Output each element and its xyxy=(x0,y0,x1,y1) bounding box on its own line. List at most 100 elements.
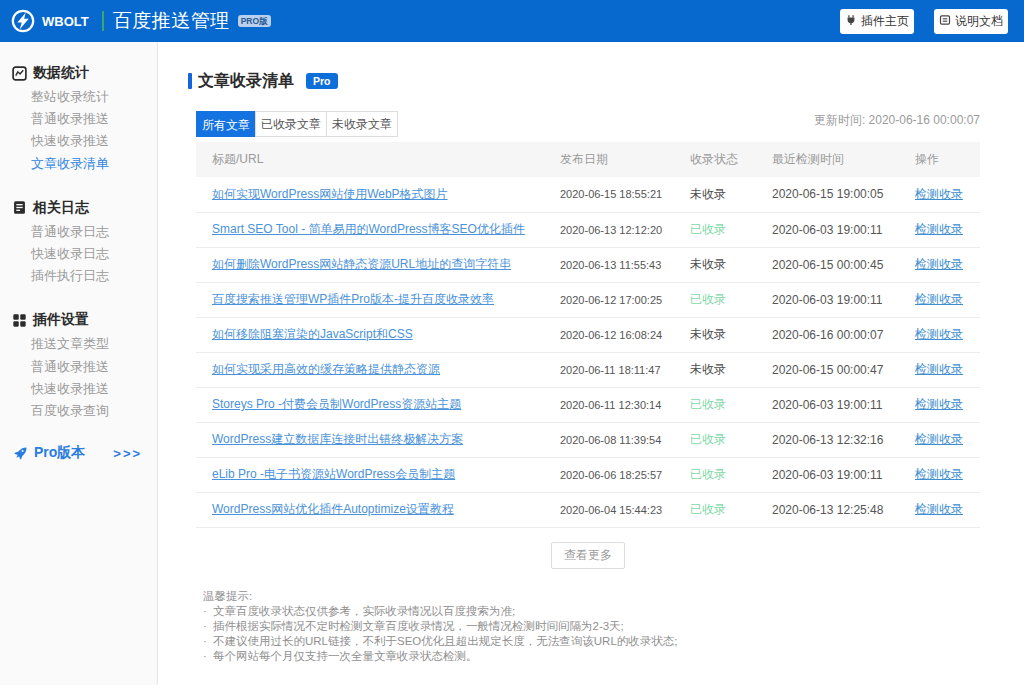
article-link[interactable]: Storeys Pro -付费会员制WordPress资源站主题 xyxy=(212,397,461,411)
header-button-label: 插件主页 xyxy=(861,13,909,30)
sidebar-item[interactable]: 快速收录推送 xyxy=(0,130,157,152)
check-index-action[interactable]: 检测收录 xyxy=(915,432,963,446)
plugin-icon xyxy=(845,14,857,29)
header-button[interactable]: 插件主页 xyxy=(840,9,914,34)
settings-icon xyxy=(12,313,27,328)
sidebar-item[interactable]: 插件执行日志 xyxy=(0,265,157,287)
sidebar: 数据统计整站收录统计普通收录推送快速收录推送文章收录清单相关日志普通收录日志快速… xyxy=(0,42,158,685)
check-index-action[interactable]: 检测收录 xyxy=(915,362,963,376)
sidebar-item[interactable]: 文章收录清单 xyxy=(0,153,157,175)
article-link[interactable]: 如何移除阻塞渲染的JavaScript和CSS xyxy=(212,327,413,341)
tab[interactable]: 所有文章 xyxy=(196,111,256,137)
checked-time: 2020-06-03 19:00:11 xyxy=(772,457,915,492)
tab[interactable]: 已收录文章 xyxy=(255,111,327,137)
published-date: 2020-06-08 11:39:54 xyxy=(560,422,690,457)
table-row: WordPress网站优化插件Autoptimize设置教程2020-06-04… xyxy=(196,492,980,527)
checked-time: 2020-06-13 12:25:48 xyxy=(772,492,915,527)
sidebar-item[interactable]: 快速收录推送 xyxy=(0,378,157,400)
checked-time: 2020-06-03 19:00:11 xyxy=(772,282,915,317)
note-item: ·不建议使用过长的URL链接，不利于SEO优化且超出规定长度，无法查询该URL的… xyxy=(203,634,980,649)
check-index-action[interactable]: 检测收录 xyxy=(915,292,963,306)
note-text: 不建议使用过长的URL链接，不利于SEO优化且超出规定长度，无法查询该URL的收… xyxy=(213,634,678,649)
note-item: ·每个网站每个月仅支持一次全量文章收录状态检测。 xyxy=(203,649,980,664)
sidebar-section-title: 数据统计 xyxy=(33,64,89,82)
bullet-icon: · xyxy=(203,604,213,619)
sidebar-pro-link[interactable]: Pro版本 >>> xyxy=(0,444,157,462)
status-label: 未收录 xyxy=(690,187,726,201)
sidebar-item[interactable]: 普通收录日志 xyxy=(0,221,157,243)
check-index-action[interactable]: 检测收录 xyxy=(915,222,963,236)
sidebar-item[interactable]: 百度收录查询 xyxy=(0,400,157,422)
table-row: eLib Pro -电子书资源站WordPress会员制主题 2020-06-06… xyxy=(196,457,980,492)
published-date: 2020-06-06 18:25:57 xyxy=(560,457,690,492)
header-divider xyxy=(102,11,104,31)
pro-link-label: Pro版本 xyxy=(34,444,85,462)
sidebar-item[interactable]: 推送文章类型 xyxy=(0,333,157,355)
column-header: 操作 xyxy=(915,142,980,177)
sidebar-nav: 数据统计整站收录统计普通收录推送快速收录推送文章收录清单相关日志普通收录日志快速… xyxy=(0,62,157,422)
checked-time: 2020-06-15 19:00:05 xyxy=(772,177,915,212)
status-label: 已收录 xyxy=(690,432,726,446)
article-link[interactable]: 如何实现WordPress网站使用WebP格式图片 xyxy=(212,187,448,201)
checked-time: 2020-06-15 00:00:47 xyxy=(772,352,915,387)
bullet-icon: · xyxy=(203,634,213,649)
published-date: 2020-06-11 18:11:47 xyxy=(560,352,690,387)
wbolt-logo xyxy=(11,9,35,33)
check-index-action[interactable]: 检测收录 xyxy=(915,502,963,516)
table-header-row: 标题/URL发布日期收录状态最近检测时间操作 xyxy=(196,142,980,177)
status-label: 已收录 xyxy=(690,502,726,516)
article-link[interactable]: WordPress建立数据库连接时出错终极解决方案 xyxy=(212,432,463,446)
published-date: 2020-06-15 18:55:21 xyxy=(560,177,690,212)
published-date: 2020-06-13 12:12:20 xyxy=(560,212,690,247)
published-date: 2020-06-13 11:55:43 xyxy=(560,247,690,282)
header-button[interactable]: 说明文档 xyxy=(934,9,1008,34)
note-text: 每个网站每个月仅支持一次全量文章收录状态检测。 xyxy=(213,649,478,664)
notes-list: ·文章百度收录状态仅供参考，实际收录情况以百度搜索为准;·插件根据实际情况不定时… xyxy=(203,604,980,664)
table-row: 如何实现采用高效的缓存策略提供静态资源 2020-06-11 18:11:47未收… xyxy=(196,352,980,387)
check-index-action[interactable]: 检测收录 xyxy=(915,257,963,271)
table-body: 如何实现WordPress网站使用WebP格式图片 2020-06-15 18:5… xyxy=(196,177,980,527)
column-header: 收录状态 xyxy=(690,142,772,177)
bolt-logo-icon xyxy=(11,9,35,33)
article-link[interactable]: 如何删除WordPress网站静态资源URL地址的查询字符串 xyxy=(212,257,511,271)
pro-version-badge: PRO版 xyxy=(238,15,271,28)
sidebar-item[interactable]: 整站收录统计 xyxy=(0,86,157,108)
published-date: 2020-06-12 17:00:25 xyxy=(560,282,690,317)
sidebar-section-header: 相关日志 xyxy=(0,197,157,219)
column-header: 发布日期 xyxy=(560,142,690,177)
sidebar-item[interactable]: 普通收录推送 xyxy=(0,108,157,130)
table-row: Smart SEO Tool - 简单易用的WordPress博客SEO优化插件… xyxy=(196,212,980,247)
sidebar-item[interactable]: 普通收录推送 xyxy=(0,356,157,378)
load-more-button[interactable]: 查看更多 xyxy=(551,542,625,569)
article-link[interactable]: 如何实现采用高效的缓存策略提供静态资源 xyxy=(212,362,440,376)
article-link[interactable]: 百度搜索推送管理WP插件Pro版本-提升百度收录效率 xyxy=(212,292,494,306)
updated-time: 更新时间: 2020-06-16 00:00:07 xyxy=(814,112,980,129)
published-date: 2020-06-11 12:30:14 xyxy=(560,387,690,422)
check-index-action[interactable]: 检测收录 xyxy=(915,397,963,411)
status-label: 未收录 xyxy=(690,362,726,376)
note-item: ·文章百度收录状态仅供参考，实际收录情况以百度搜索为准; xyxy=(203,604,980,619)
note-text: 文章百度收录状态仅供参考，实际收录情况以百度搜索为准; xyxy=(213,604,515,619)
table-row: 如何删除WordPress网站静态资源URL地址的查询字符串 2020-06-13… xyxy=(196,247,980,282)
check-index-action[interactable]: 检测收录 xyxy=(915,327,963,341)
checked-time: 2020-06-03 19:00:11 xyxy=(772,387,915,422)
table-row: 百度搜索推送管理WP插件Pro版本-提升百度收录效率 2020-06-12 17:… xyxy=(196,282,980,317)
bullet-icon: · xyxy=(203,619,213,634)
check-index-action[interactable]: 检测收录 xyxy=(915,187,963,201)
check-index-action[interactable]: 检测收录 xyxy=(915,467,963,481)
article-link[interactable]: Smart SEO Tool - 简单易用的WordPress博客SEO优化插件 xyxy=(212,222,525,236)
status-label: 未收录 xyxy=(690,327,726,341)
sidebar-item[interactable]: 快速收录日志 xyxy=(0,243,157,265)
log-icon xyxy=(12,200,27,215)
tab[interactable]: 未收录文章 xyxy=(326,111,398,137)
article-link[interactable]: eLib Pro -电子书资源站WordPress会员制主题 xyxy=(212,467,455,481)
note-text: 插件根据实际情况不定时检测文章百度收录情况，一般情况检测时间间隔为2-3天; xyxy=(213,619,624,634)
main-content: 文章收录清单 Pro 所有文章已收录文章未收录文章 更新时间: 2020-06-… xyxy=(158,42,1024,685)
sidebar-section-title: 插件设置 xyxy=(33,311,89,329)
status-label: 已收录 xyxy=(690,397,726,411)
notes-title: 温馨提示: xyxy=(203,589,980,604)
table-row: 如何移除阻塞渲染的JavaScript和CSS2020-06-12 16:08:… xyxy=(196,317,980,352)
brand-name: WBOLT xyxy=(42,14,89,29)
article-link[interactable]: WordPress网站优化插件Autoptimize设置教程 xyxy=(212,502,454,516)
title-accent-bar xyxy=(188,73,192,89)
